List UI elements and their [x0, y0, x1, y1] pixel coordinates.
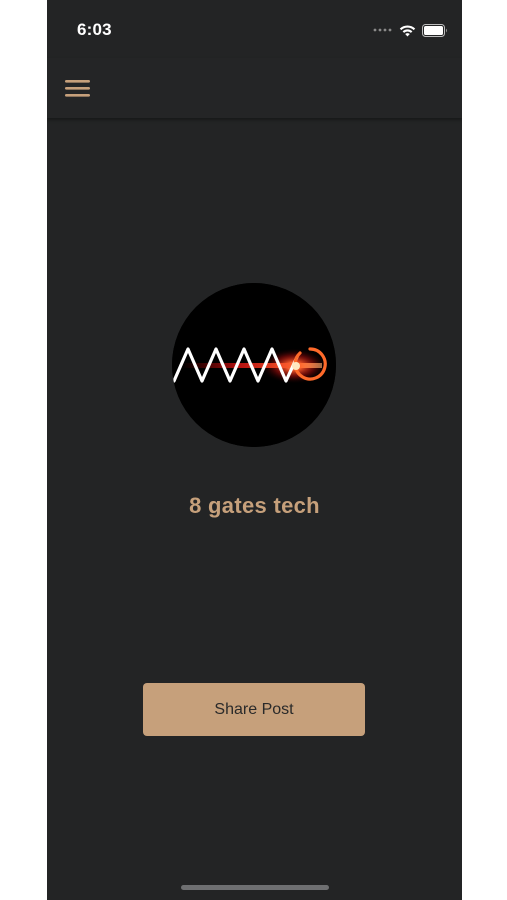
app-screen: 6:03 8 gates tech Share Post [47, 0, 462, 900]
share-post-button[interactable]: Share Post [143, 683, 365, 736]
brand-logo [172, 283, 336, 447]
hamburger-menu-icon [65, 80, 90, 97]
wifi-icon [399, 24, 416, 36]
signal-dots-icon [373, 28, 392, 32]
brand-logo-image [172, 283, 336, 447]
status-time: 6:03 [77, 20, 112, 39]
home-indicator[interactable] [181, 885, 329, 890]
menu-button[interactable] [61, 72, 95, 104]
status-bar: 6:03 [47, 0, 462, 58]
profile-name: 8 gates tech [189, 493, 320, 518]
status-icons [373, 22, 448, 38]
battery-icon [422, 23, 447, 37]
navigation-bar [47, 58, 462, 118]
main-content: 8 gates tech Share Post [47, 118, 462, 900]
